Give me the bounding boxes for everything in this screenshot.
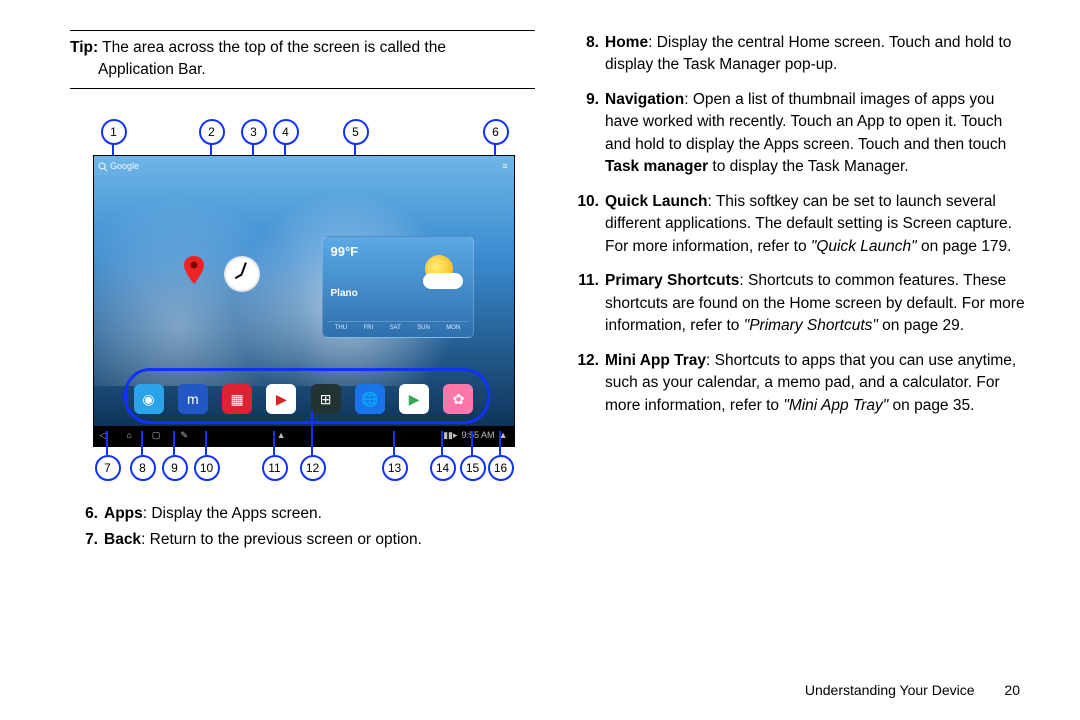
item-number: 6. <box>70 503 104 525</box>
search-hint: Google <box>110 161 139 171</box>
item-number: 7. <box>70 529 104 551</box>
list-item: 7. Back: Return to the previous screen o… <box>70 527 535 553</box>
page-number: 20 <box>1004 682 1020 698</box>
app-icon: ⊞ <box>311 384 341 414</box>
item-term: Mini App Tray <box>605 352 706 369</box>
item-term: Apps <box>104 505 143 522</box>
app-icon: ▦ <box>222 384 252 414</box>
weather-widget: 99°F Plano THU FRI SAT SUN MON <box>322 236 474 338</box>
quicklaunch-icon: ✎ <box>180 429 188 442</box>
callout-16: 16 <box>488 455 514 481</box>
status-icons: ▮▮▸ <box>443 429 457 442</box>
clock-text: 9:55 AM <box>462 429 495 442</box>
weather-temp: 99°F <box>331 243 359 262</box>
callout-13: 13 <box>382 455 408 481</box>
device-screen: Google ≡ 99°F Plano THU FRI SAT <box>93 155 515 447</box>
app-icon: ▶ <box>266 384 296 414</box>
system-bar: ◁ ⌂ ▢ ✎ ▲ ▮▮▸ 9:55 AM ▲ <box>94 426 514 446</box>
right-column: 8. Home: Display the central Home screen… <box>565 30 1030 690</box>
item-term: Back <box>104 531 141 548</box>
callout-8: 8 <box>130 455 156 481</box>
tip-label: Tip: <box>70 39 98 56</box>
item-desc: : Display the central Home screen. Touch… <box>605 34 1011 73</box>
item-term: Primary Shortcuts <box>605 272 739 289</box>
item-term: Navigation <box>605 91 684 108</box>
left-column: Tip: The area across the top of the scre… <box>70 30 535 690</box>
item-number: 11. <box>565 270 605 337</box>
callout-3: 3 <box>241 119 267 145</box>
callout-6: 6 <box>483 119 509 145</box>
search-bar: Google <box>98 160 140 173</box>
list-item: 12. Mini App Tray: Shortcuts to apps tha… <box>565 348 1030 427</box>
recent-icon: ▢ <box>152 429 161 442</box>
app-icon: m <box>178 384 208 414</box>
callout-4: 4 <box>273 119 299 145</box>
callout-15: 15 <box>460 455 486 481</box>
home-icon: ⌂ <box>126 429 131 442</box>
item-desc: : Display the Apps screen. <box>143 505 322 522</box>
app-icon: ▶ <box>399 384 429 414</box>
app-icon: 🌐 <box>355 384 385 414</box>
item-term: Quick Launch <box>605 193 708 210</box>
top-callouts: 1 2 3 4 5 6 <box>93 119 513 155</box>
item-number: 8. <box>565 32 605 77</box>
left-list: 6. Apps: Display the Apps screen. 7. Bac… <box>70 501 535 554</box>
app-icon: ✿ <box>443 384 473 414</box>
tip-text-1: The area across the top of the screen is… <box>102 39 446 56</box>
item-number: 9. <box>565 89 605 179</box>
primary-shortcuts: ◉ m ▦ ▶ ⊞ 🌐 ▶ ✿ <box>134 382 474 416</box>
item-desc: : Return to the previous screen or optio… <box>141 531 422 548</box>
list-item: 10. Quick Launch: This softkey can be se… <box>565 189 1030 268</box>
tip-box: Tip: The area across the top of the scre… <box>70 30 535 89</box>
page-footer: Understanding Your Device 20 <box>805 682 1020 698</box>
callout-2: 2 <box>199 119 225 145</box>
cross-ref: "Primary Shortcuts" <box>744 317 878 334</box>
map-pin-icon <box>184 256 204 286</box>
item-term: Home <box>605 34 648 51</box>
cloud-icon <box>423 273 463 289</box>
weather-city: Plano <box>331 287 358 302</box>
forecast-days: THU FRI SAT SUN MON <box>327 321 469 333</box>
callout-7: 7 <box>95 455 121 481</box>
list-item: 8. Home: Display the central Home screen… <box>565 30 1030 87</box>
section-title: Understanding Your Device <box>805 682 975 698</box>
topright-icons: ≡ <box>502 160 507 173</box>
item-number: 10. <box>565 191 605 258</box>
list-item: 9. Navigation: Open a list of thumbnail … <box>565 87 1030 189</box>
callout-10: 10 <box>194 455 220 481</box>
callout-11: 11 <box>262 455 288 481</box>
list-item: 6. Apps: Display the Apps screen. <box>70 501 535 527</box>
clock-widget <box>224 256 260 292</box>
callout-12: 12 <box>300 455 326 481</box>
cross-ref: "Mini App Tray" <box>783 397 888 414</box>
list-item: 11. Primary Shortcuts: Shortcuts to comm… <box>565 268 1030 347</box>
search-icon <box>98 162 108 172</box>
callout-1: 1 <box>101 119 127 145</box>
callout-5: 5 <box>343 119 369 145</box>
app-icon: ◉ <box>134 384 164 414</box>
tray-handle-icon: ▲ <box>277 429 286 442</box>
device-figure: 1 2 3 4 5 6 Google ≡ <box>93 119 513 487</box>
bottom-callouts: 7 8 9 10 11 12 13 14 15 16 <box>93 451 513 487</box>
callout-9: 9 <box>162 455 188 481</box>
cross-ref: "Quick Launch" <box>811 238 917 255</box>
tip-text-2: Application Bar. <box>70 59 535 81</box>
callout-14: 14 <box>430 455 456 481</box>
item-number: 12. <box>565 350 605 417</box>
